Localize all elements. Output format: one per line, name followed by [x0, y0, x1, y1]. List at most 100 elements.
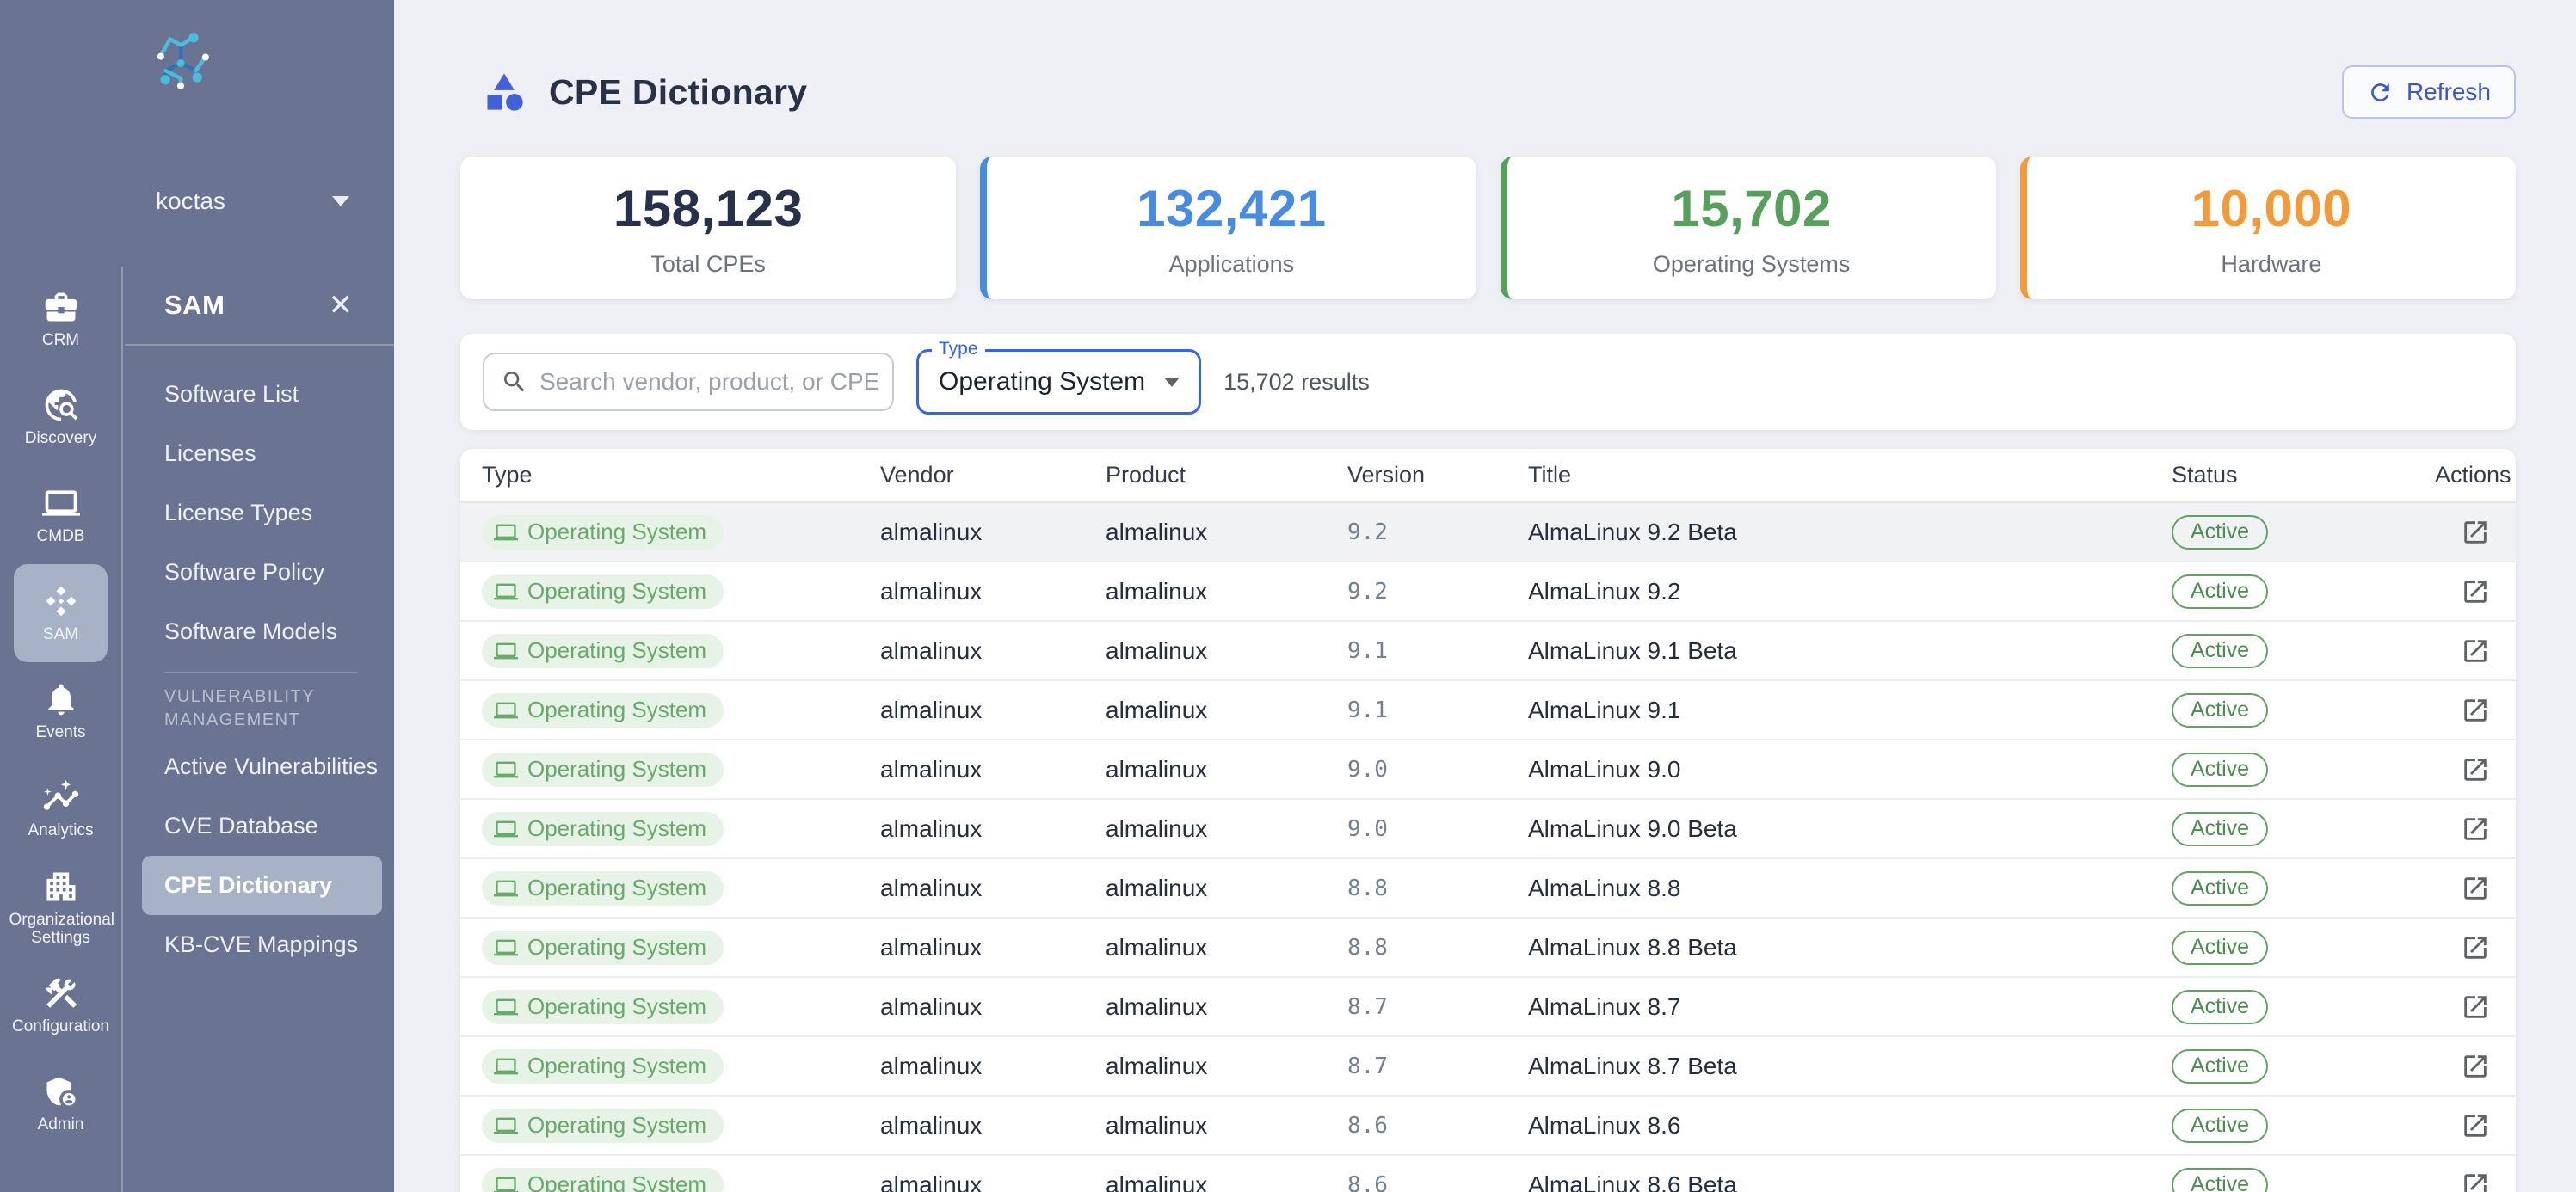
table-row[interactable]: Operating System almalinux almalinux 8.7… [460, 978, 2516, 1037]
open-in-new-icon[interactable] [2461, 1052, 2490, 1081]
open-in-new-icon[interactable] [2461, 1111, 2490, 1140]
table-row[interactable]: Operating System almalinux almalinux 8.6… [460, 1156, 2516, 1192]
type-badge-label: Operating System [527, 815, 706, 842]
refresh-icon [2367, 79, 2394, 106]
version-cell: 8.6 [1347, 1172, 1528, 1192]
status-badge: Active [2172, 871, 2268, 906]
menu-item-software-policy[interactable]: Software Policy [125, 543, 394, 602]
building-icon [42, 868, 80, 906]
search-input[interactable] [539, 368, 887, 396]
laptop-icon [494, 698, 518, 722]
table-row[interactable]: Operating System almalinux almalinux 9.2… [460, 503, 2516, 562]
table-row[interactable]: Operating System almalinux almalinux 9.2… [460, 562, 2516, 622]
rail-label: Organizational Settings [9, 912, 113, 948]
stat-card: 158,123 Total CPEs [460, 157, 956, 299]
shield-person-icon [42, 1072, 80, 1110]
vendor-cell: almalinux [880, 1053, 1106, 1080]
vendor-cell: almalinux [880, 519, 1106, 546]
rail-item-events[interactable]: Events [14, 662, 108, 760]
open-in-new-icon[interactable] [2461, 814, 2490, 844]
table-body: Operating System almalinux almalinux 9.2… [460, 503, 2516, 1192]
table-row[interactable]: Operating System almalinux almalinux 9.1… [460, 622, 2516, 681]
refresh-button[interactable]: Refresh [2342, 65, 2516, 119]
laptop-icon [494, 1114, 518, 1138]
menu-item-licenses[interactable]: Licenses [125, 424, 394, 483]
open-in-new-icon[interactable] [2461, 874, 2490, 903]
product-cell: almalinux [1106, 934, 1347, 962]
menu-item-license-types[interactable]: License Types [125, 483, 394, 543]
title-cell: AlmaLinux 8.7 Beta [1528, 1053, 2172, 1080]
open-in-new-icon[interactable] [2461, 696, 2490, 725]
menu-item-cpe-dictionary[interactable]: CPE Dictionary [142, 856, 382, 915]
menu-item-software-models[interactable]: Software Models [125, 602, 394, 661]
type-badge-label: Operating System [527, 756, 706, 783]
type-badge: Operating System [482, 515, 724, 550]
menu-item-active-vulnerabilities[interactable]: Active Vulnerabilities [125, 737, 394, 796]
version-cell: 8.7 [1347, 994, 1528, 1020]
filter-bar: Type Operating System 15,702 results [460, 334, 2516, 430]
product-cell: almalinux [1106, 1053, 1347, 1080]
type-badge-label: Operating System [527, 993, 706, 1020]
rail-item-sam[interactable]: SAM [14, 564, 108, 662]
table-row[interactable]: Operating System almalinux almalinux 9.1… [460, 681, 2516, 740]
type-select-label: Type [932, 339, 985, 359]
type-badge-label: Operating System [527, 519, 706, 545]
table-row[interactable]: Operating System almalinux almalinux 8.8… [460, 919, 2516, 978]
open-in-new-icon[interactable] [2461, 636, 2490, 666]
section-label-vulnerability-management: Vulnerability Management [125, 685, 394, 737]
title-cell: AlmaLinux 9.1 [1528, 697, 2172, 724]
type-select[interactable]: Type Operating System [916, 349, 1201, 415]
workspace-selector[interactable]: koctas [116, 177, 394, 225]
type-badge: Operating System [482, 871, 724, 906]
rail-label: Discovery [25, 430, 96, 448]
rail-item-organizational-settings[interactable]: Organizational Settings [14, 858, 108, 956]
rail-label: CMDB [37, 528, 85, 546]
stat-card: 132,421 Applications [980, 157, 1476, 299]
open-in-new-icon[interactable] [2461, 933, 2490, 962]
status-badge: Active [2172, 1109, 2268, 1143]
rail-item-admin[interactable]: Admin [14, 1054, 108, 1152]
rail-item-analytics[interactable]: Analytics [14, 760, 108, 858]
laptop-icon [494, 936, 518, 960]
column-header-title: Title [1528, 462, 2172, 488]
column-header-product: Product [1106, 462, 1347, 488]
status-badge: Active [2172, 634, 2268, 668]
type-badge: Operating System [482, 1168, 724, 1192]
open-in-new-icon[interactable] [2461, 518, 2490, 547]
type-badge: Operating System [482, 574, 724, 609]
main-content: CPE Dictionary Refresh 158,123 Total CPE… [394, 0, 2576, 1192]
rail-item-configuration[interactable]: Configuration [14, 956, 108, 1054]
category-icon [482, 70, 527, 114]
open-in-new-icon[interactable] [2461, 755, 2490, 784]
table-row[interactable]: Operating System almalinux almalinux 9.0… [460, 800, 2516, 859]
close-icon[interactable]: ✕ [329, 291, 354, 320]
stat-value: 15,702 [1671, 179, 1832, 238]
table-row[interactable]: Operating System almalinux almalinux 9.0… [460, 740, 2516, 800]
rail-item-crm[interactable]: CRM [14, 270, 108, 368]
menu-item-kb-cve-mappings[interactable]: KB-CVE Mappings [125, 915, 394, 974]
version-cell: 9.1 [1347, 638, 1528, 664]
vendor-cell: almalinux [880, 934, 1106, 962]
rail-item-cmdb[interactable]: CMDB [14, 466, 108, 564]
panel-title: SAM [164, 290, 225, 321]
type-badge: Operating System [482, 753, 724, 787]
type-badge: Operating System [482, 931, 724, 965]
table-row[interactable]: Operating System almalinux almalinux 8.7… [460, 1037, 2516, 1097]
table-row[interactable]: Operating System almalinux almalinux 8.8… [460, 859, 2516, 919]
table-row[interactable]: Operating System almalinux almalinux 8.6… [460, 1097, 2516, 1156]
rail-label: Admin [38, 1116, 84, 1134]
type-badge-label: Operating System [527, 697, 706, 723]
refresh-label: Refresh [2407, 78, 2491, 106]
rail-item-discovery[interactable]: Discovery [14, 368, 108, 466]
vendor-cell: almalinux [880, 875, 1106, 902]
product-cell: almalinux [1106, 578, 1347, 605]
laptop-icon [494, 995, 518, 1019]
open-in-new-icon[interactable] [2461, 992, 2490, 1022]
menu-item-cve-database[interactable]: CVE Database [125, 796, 394, 856]
open-in-new-icon[interactable] [2461, 1170, 2490, 1192]
version-cell: 8.8 [1347, 876, 1528, 901]
briefcase-icon [42, 288, 80, 326]
menu-item-software-list[interactable]: Software List [125, 365, 394, 424]
column-header-type: Type [482, 462, 880, 488]
open-in-new-icon[interactable] [2461, 577, 2490, 606]
